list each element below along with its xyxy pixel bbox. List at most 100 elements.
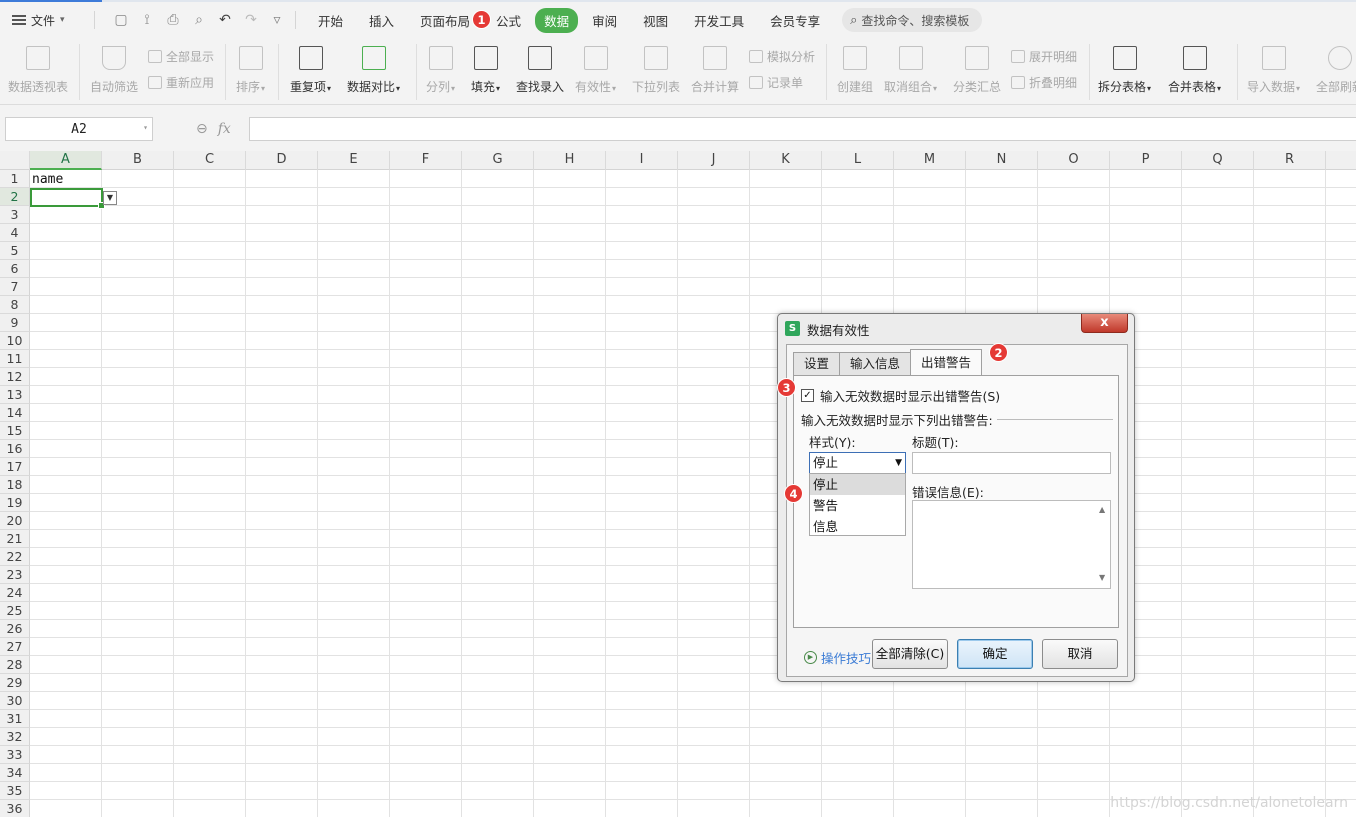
tab-home[interactable]: 开始 <box>306 8 355 33</box>
duplicates-button[interactable]: 重复项▾ <box>290 44 331 95</box>
row-header[interactable]: 22 <box>0 548 30 566</box>
row-header[interactable]: 12 <box>0 368 30 386</box>
row-header[interactable]: 5 <box>0 242 30 260</box>
column-header[interactable]: A <box>30 151 102 170</box>
clear-all-button[interactable]: 全部清除(C) <box>872 639 948 669</box>
row-header[interactable]: 16 <box>0 440 30 458</box>
dialog-titlebar[interactable]: S 数据有效性 x <box>778 314 1134 342</box>
print-icon[interactable]: ⎙ <box>165 12 181 28</box>
scroll-up-icon[interactable]: ▲ <box>1099 505 1105 514</box>
row-header[interactable]: 9 <box>0 314 30 332</box>
dropdown-list-button[interactable]: 下拉列表 <box>632 44 680 95</box>
simulate-button[interactable]: 模拟分析 <box>749 48 815 65</box>
undo-icon[interactable]: ↶ <box>217 12 233 28</box>
merge-table-button[interactable]: 合并表格▾ <box>1168 44 1221 95</box>
subtotal-button[interactable]: 分类汇总 <box>953 44 1001 95</box>
row-header[interactable]: 17 <box>0 458 30 476</box>
row-header[interactable]: 19 <box>0 494 30 512</box>
show-error-alert-row[interactable]: ✓ 输入无效数据时显示出错警告(S) <box>801 386 1000 405</box>
cancel-button[interactable]: 取消 <box>1042 639 1118 669</box>
column-header[interactable]: H <box>534 151 606 170</box>
row-header[interactable]: 15 <box>0 422 30 440</box>
row-header[interactable]: 31 <box>0 710 30 728</box>
consolidate-button[interactable]: 合并计算 <box>691 44 739 95</box>
split-columns-button[interactable]: 分列▾ <box>426 44 455 95</box>
pivot-table-button[interactable]: 数据透视表 <box>8 44 68 95</box>
format-painter-icon[interactable]: ⟟ <box>139 12 155 28</box>
error-message-textarea[interactable]: ▲ ▼ <box>912 500 1111 589</box>
tab-settings[interactable]: 设置 <box>793 352 841 375</box>
column-header[interactable]: F <box>390 151 462 170</box>
expand-detail-button[interactable]: 展开明细 <box>1011 48 1077 65</box>
column-header[interactable]: C <box>174 151 246 170</box>
save-icon[interactable]: ▢ <box>113 12 129 28</box>
dropdown-arrow-icon[interactable]: ▼ <box>103 191 117 205</box>
validity-button[interactable]: 有效性▾ <box>575 44 616 95</box>
row-header[interactable]: 14 <box>0 404 30 422</box>
collapse-detail-button[interactable]: 折叠明细 <box>1011 74 1077 91</box>
row-header[interactable]: 11 <box>0 350 30 368</box>
show-error-alert-checkbox[interactable]: ✓ <box>801 389 814 402</box>
tab-review[interactable]: 审阅 <box>580 8 629 33</box>
create-group-button[interactable]: 创建组 <box>837 44 873 95</box>
file-menu[interactable]: 文件 ▾ <box>0 12 84 29</box>
column-header[interactable]: Q <box>1182 151 1254 170</box>
row-header[interactable]: 20 <box>0 512 30 530</box>
row-header[interactable]: 21 <box>0 530 30 548</box>
import-data-button[interactable]: 导入数据▾ <box>1247 44 1300 95</box>
data-compare-button[interactable]: 数据对比▾ <box>347 44 400 95</box>
print-preview-icon[interactable]: ⌕ <box>191 12 207 28</box>
autofilter-button[interactable]: 自动筛选 <box>90 44 138 95</box>
column-header[interactable]: J <box>678 151 750 170</box>
row-header[interactable]: 27 <box>0 638 30 656</box>
row-header[interactable]: 2 <box>0 188 30 206</box>
row-header[interactable]: 13 <box>0 386 30 404</box>
row-header[interactable]: 26 <box>0 620 30 638</box>
row-header[interactable]: 24 <box>0 584 30 602</box>
cell-grid[interactable] <box>30 170 1356 817</box>
column-header[interactable]: P <box>1110 151 1182 170</box>
row-header[interactable]: 28 <box>0 656 30 674</box>
command-search[interactable]: ⌕ 查找命令、搜索模板 <box>842 8 983 32</box>
scrollbar[interactable]: ▲ ▼ <box>1096 501 1110 588</box>
tab-developer[interactable]: 开发工具 <box>682 8 756 33</box>
row-header[interactable]: 8 <box>0 296 30 314</box>
column-header[interactable]: R <box>1254 151 1326 170</box>
row-header[interactable]: 1 <box>0 170 30 188</box>
row-header[interactable]: 7 <box>0 278 30 296</box>
formula-input[interactable] <box>249 117 1356 141</box>
spreadsheet-grid[interactable]: ABCDEFGHIJKLMNOPQR 1 2 3 4 5 6 7 8 9 10 11 12 13 14 15… <box>0 151 1356 817</box>
column-header[interactable]: B <box>102 151 174 170</box>
sort-button[interactable]: 排序▾ <box>236 44 265 95</box>
column-header[interactable]: K <box>750 151 822 170</box>
row-header[interactable]: 18 <box>0 476 30 494</box>
column-header[interactable]: E <box>318 151 390 170</box>
column-header[interactable]: L <box>822 151 894 170</box>
chevron-down-icon[interactable]: ▼ <box>895 453 902 473</box>
tab-input-message[interactable]: 输入信息 <box>839 352 912 375</box>
row-header[interactable]: 25 <box>0 602 30 620</box>
row-header[interactable]: 33 <box>0 746 30 764</box>
row-header[interactable]: 6 <box>0 260 30 278</box>
scroll-down-icon[interactable]: ▼ <box>1099 573 1105 582</box>
style-option-stop[interactable]: 停止 <box>810 474 905 495</box>
tips-link[interactable]: ▶ 操作技巧 <box>804 648 871 667</box>
ungroup-button[interactable]: 取消组合▾ <box>884 44 937 95</box>
row-header[interactable]: 32 <box>0 728 30 746</box>
tab-error-alert[interactable]: 出错警告 <box>910 349 983 375</box>
style-select[interactable]: 停止 ▼ <box>809 452 906 474</box>
column-header[interactable]: M <box>894 151 966 170</box>
row-header[interactable]: 36 <box>0 800 30 817</box>
column-header[interactable]: O <box>1038 151 1110 170</box>
fill-button[interactable]: 填充▾ <box>471 44 500 95</box>
refresh-all-button[interactable]: 全部刷新 <box>1316 44 1356 95</box>
style-option-warning[interactable]: 警告 <box>810 495 905 516</box>
show-all-button[interactable]: 全部显示 <box>148 48 214 65</box>
tab-view[interactable]: 视图 <box>631 8 680 33</box>
cell-a1[interactable]: name <box>32 172 63 187</box>
reapply-button[interactable]: 重新应用 <box>148 74 214 91</box>
tab-insert[interactable]: 插入 <box>357 8 406 33</box>
tab-page-layout[interactable]: 页面布局 <box>408 8 482 33</box>
ok-button[interactable]: 确定 <box>957 639 1033 669</box>
active-cell-a2[interactable] <box>30 188 105 209</box>
